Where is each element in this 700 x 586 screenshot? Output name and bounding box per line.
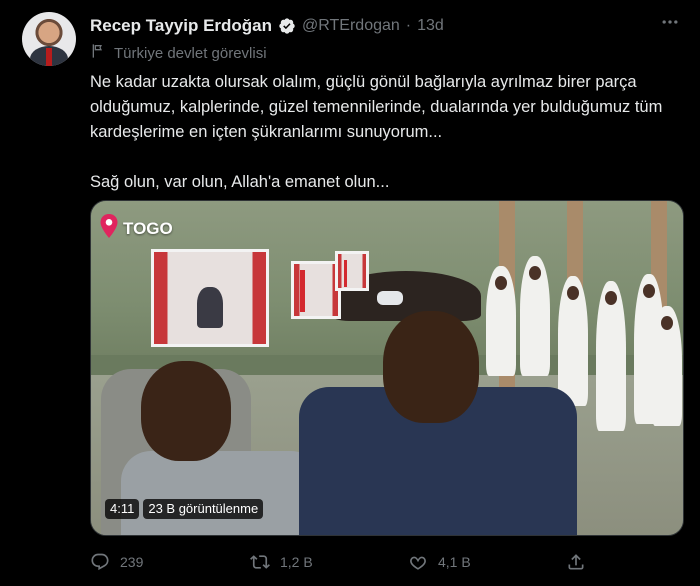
author-handle[interactable]: @RTErdogan [302,17,400,35]
timestamp[interactable]: 13d [417,17,444,35]
tweet-actions: 239 1,2 B 4,1 B [90,548,690,576]
tweet-paragraph-1: Ne kadar uzakta olursak olalım, güçlü gö… [90,73,663,141]
like-button[interactable]: 4,1 B [408,548,471,576]
tweet-paragraph-2: Sağ olun, var olun, Allah'a emanet olun.… [90,173,390,191]
location-tag: TOGO [99,213,173,244]
more-icon[interactable] [656,12,684,36]
reply-icon [90,552,110,572]
retweet-button[interactable]: 1,2 B [250,548,313,576]
affiliation-text: Türkiye devlet görevlisi [114,44,267,62]
video-badges: 4:11 23 B görüntülenme [105,499,264,519]
video-duration: 4:11 [105,499,140,519]
flag-icon [90,43,106,63]
video-player[interactable]: TOGO 4:11 23 B görüntülenme [90,200,684,536]
avatar-tie [46,48,52,66]
map-pin-icon [99,213,119,244]
reply-count: 239 [120,554,144,570]
avatar[interactable] [22,12,76,66]
separator-dot: · [405,17,412,34]
retweet-icon [250,552,270,572]
video-frame [91,201,683,535]
held-poster [151,249,269,347]
share-button[interactable] [566,548,586,576]
video-views: 23 B görüntülenme [143,499,264,519]
share-icon [566,552,586,572]
verified-badge-icon [278,17,296,35]
retweet-count: 1,2 B [280,554,313,570]
tweet-header: Recep Tayyip Erdoğan @RTErdogan · 13d [90,14,444,38]
tweet-text: Ne kadar uzakta olursak olalım, güçlü gö… [90,70,682,195]
like-count: 4,1 B [438,554,471,570]
heart-icon [408,552,428,572]
tweet[interactable]: Recep Tayyip Erdoğan @RTErdogan · 13d Tü… [0,0,700,586]
affiliation-label: Türkiye devlet görevlisi [90,42,267,64]
reply-button[interactable]: 239 [90,548,143,576]
location-label: TOGO [123,218,173,238]
author-name[interactable]: Recep Tayyip Erdoğan [90,16,272,36]
